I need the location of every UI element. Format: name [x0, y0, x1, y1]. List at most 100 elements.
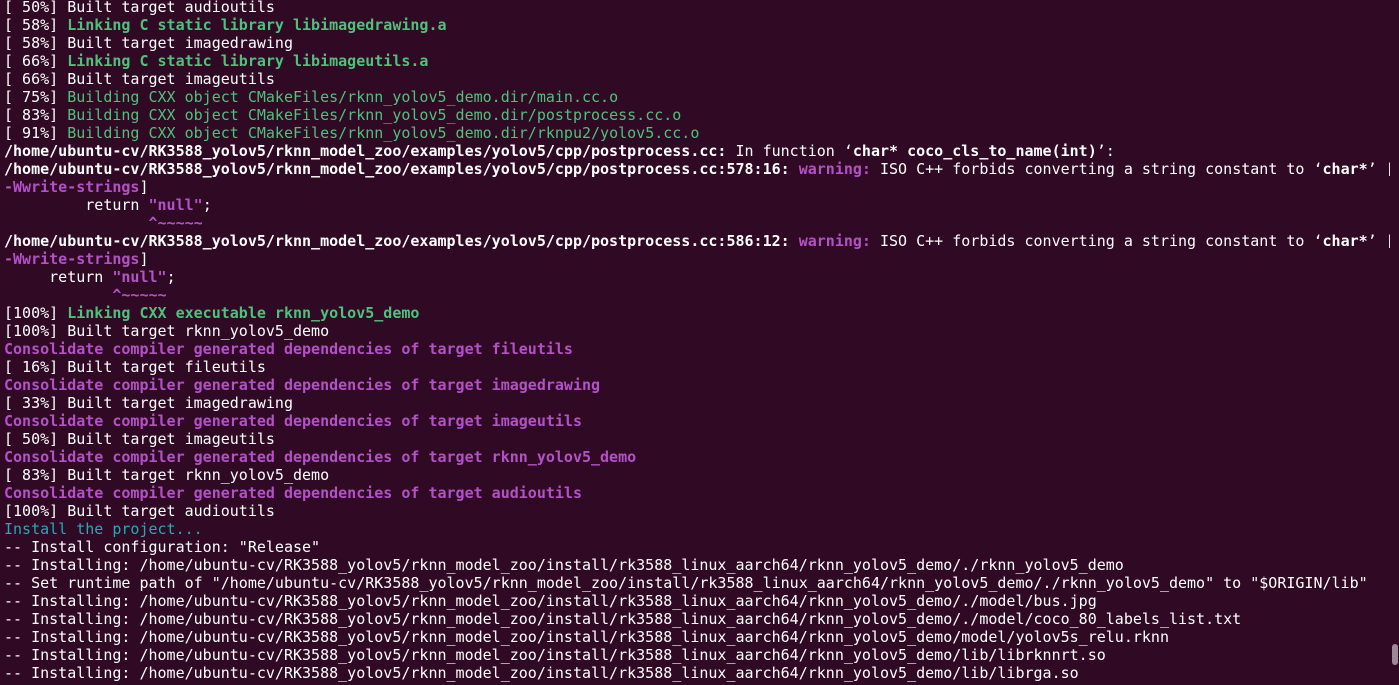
terminal-line: [ 75%] Building CXX object CMakeFiles/rk… — [4, 88, 1390, 106]
terminal-line: [100%] Linking CXX executable rknn_yolov… — [4, 304, 1390, 322]
terminal-line: [ 50%] Built target audioutils — [4, 0, 1390, 16]
terminal-text-segment: return — [4, 268, 113, 286]
terminal-text-segment: [ 58%] — [4, 16, 68, 34]
terminal-text-segment: -- Installing: /home/ubuntu-cv/RK3588_yo… — [4, 664, 1079, 682]
terminal-text-segment: Consolidate compiler generated dependenc… — [4, 376, 601, 394]
terminal-text-segment: -- Installing: /home/ubuntu-cv/RK3588_yo… — [4, 628, 1169, 646]
terminal-line: Consolidate compiler generated dependenc… — [4, 340, 1390, 358]
terminal-text-segment: In function ‘ — [726, 142, 853, 160]
terminal-line: [ 83%] Building CXX object CMakeFiles/rk… — [4, 106, 1390, 124]
terminal-text-segment: return — [4, 196, 149, 214]
terminal-line: [ 66%] Built target imageutils — [4, 70, 1390, 88]
terminal-line: ^~~~~~ — [4, 214, 1390, 232]
terminal-text-segment: [100%] Built target audioutils — [4, 502, 275, 520]
terminal-text-segment: ^~~~~~ — [112, 286, 167, 304]
terminal-text-segment: ’ [ — [1367, 160, 1390, 178]
terminal-text-segment: Consolidate compiler generated dependenc… — [4, 340, 573, 358]
terminal-line: -- Installing: /home/ubuntu-cv/RK3588_yo… — [4, 556, 1390, 574]
terminal-line: [ 66%] Linking C static library libimage… — [4, 52, 1390, 70]
terminal-text-segment: /home/ubuntu-cv/RK3588_yolov5/rknn_model… — [4, 160, 790, 178]
terminal-text-segment: -Wwrite-strings — [4, 250, 140, 268]
terminal-line: [ 50%] Built target imageutils — [4, 430, 1390, 448]
terminal-line: Consolidate compiler generated dependenc… — [4, 412, 1390, 430]
terminal-text-segment: char* — [1322, 232, 1368, 250]
terminal-text-segment: Install the project... — [4, 520, 203, 538]
terminal-line: -- Installing: /home/ubuntu-cv/RK3588_yo… — [4, 592, 1390, 610]
terminal-line: [ 58%] Linking C static library libimage… — [4, 16, 1390, 34]
terminal-text-segment: Linking C static library libimagedrawing… — [67, 16, 447, 34]
terminal-text-segment: [ 50%] Built target audioutils — [4, 0, 275, 16]
terminal-text-segment: Consolidate compiler generated dependenc… — [4, 412, 582, 430]
terminal-line: -- Installing: /home/ubuntu-cv/RK3588_yo… — [4, 664, 1390, 682]
terminal-text-segment: ] — [139, 178, 149, 196]
terminal-text-segment: -- Installing: /home/ubuntu-cv/RK3588_yo… — [4, 592, 1097, 610]
terminal-line: [100%] Built target audioutils — [4, 502, 1390, 520]
terminal-text-segment: Building CXX object CMakeFiles/rknn_yolo… — [67, 88, 619, 106]
terminal-line: [ 16%] Built target fileutils — [4, 358, 1390, 376]
terminal-text-segment: ; — [202, 196, 212, 214]
terminal-text-segment: ’: — [1096, 142, 1115, 160]
terminal-line: [ 91%] Building CXX object CMakeFiles/rk… — [4, 124, 1390, 142]
terminal-text-segment: [100%] — [4, 304, 68, 322]
terminal-text-segment: "null" — [148, 196, 203, 214]
terminal-line: Consolidate compiler generated dependenc… — [4, 484, 1390, 502]
terminal-scrollbar[interactable] — [1391, 0, 1399, 685]
terminal-line: [ 83%] Built target rknn_yolov5_demo — [4, 466, 1390, 484]
terminal-line: return "null"; — [4, 196, 1390, 214]
scrollbar-thumb[interactable] — [1392, 644, 1398, 665]
terminal-text-segment: warning: — [798, 232, 871, 250]
terminal-text-segment: ’ [ — [1367, 232, 1390, 250]
terminal-text-segment: -Wwrite-strings — [4, 178, 140, 196]
terminal-line: -- Install configuration: "Release" — [4, 538, 1390, 556]
terminal-text-segment: [100%] Built target rknn_yolov5_demo — [4, 322, 330, 340]
terminal-text-segment: Building CXX object CMakeFiles/rknn_yolo… — [67, 106, 682, 124]
terminal-text-segment: /home/ubuntu-cv/RK3588_yolov5/rknn_model… — [4, 232, 790, 250]
terminal-text-segment: "null" — [112, 268, 167, 286]
terminal-text-segment: [ 75%] — [4, 88, 68, 106]
terminal-line: Consolidate compiler generated dependenc… — [4, 376, 1390, 394]
terminal-line: [ 58%] Built target imagedrawing — [4, 34, 1390, 52]
terminal-text-segment: -- Installing: /home/ubuntu-cv/RK3588_yo… — [4, 646, 1106, 664]
terminal-line: Consolidate compiler generated dependenc… — [4, 448, 1390, 466]
terminal-line: -Wwrite-strings] — [4, 178, 1390, 196]
terminal-line: -- Installing: /home/ubuntu-cv/RK3588_yo… — [4, 610, 1390, 628]
terminal-text-segment: Consolidate compiler generated dependenc… — [4, 448, 637, 466]
terminal-line: [100%] Built target rknn_yolov5_demo — [4, 322, 1390, 340]
terminal-text-segment: [ 33%] Built target imagedrawing — [4, 394, 293, 412]
terminal-text-segment: Linking CXX executable rknn_yolov5_demo — [67, 304, 420, 322]
terminal-text-segment: [ 83%] Built target rknn_yolov5_demo — [4, 466, 330, 484]
terminal-text-segment: [ 58%] Built target imagedrawing — [4, 34, 293, 52]
terminal-line: return "null"; — [4, 268, 1390, 286]
terminal-text-segment: char* coco_cls_to_name(int) — [852, 142, 1097, 160]
terminal-text-segment: ] — [139, 250, 149, 268]
terminal-text-segment: Building CXX object CMakeFiles/rknn_yolo… — [67, 124, 700, 142]
terminal-line: ^~~~~~ — [4, 286, 1390, 304]
terminal-line: -- Installing: /home/ubuntu-cv/RK3588_yo… — [4, 628, 1390, 646]
terminal-text-segment: ISO C++ forbids converting a string cons… — [870, 232, 1323, 250]
terminal-line: /home/ubuntu-cv/RK3588_yolov5/rknn_model… — [4, 142, 1390, 160]
terminal-text-segment: /home/ubuntu-cv/RK3588_yolov5/rknn_model… — [4, 142, 727, 160]
terminal-line: -Wwrite-strings] — [4, 250, 1390, 268]
terminal-text-segment: -- Set runtime path of "/home/ubuntu-cv/… — [4, 574, 1368, 592]
terminal-text-segment: ^~~~~~ — [148, 214, 203, 232]
terminal-line: -- Set runtime path of "/home/ubuntu-cv/… — [4, 574, 1390, 592]
terminal-output[interactable]: [ 50%] Built target audioutils[ 58%] Lin… — [4, 0, 1390, 685]
terminal-text-segment: -- Install configuration: "Release" — [4, 538, 321, 556]
terminal-line: /home/ubuntu-cv/RK3588_yolov5/rknn_model… — [4, 160, 1390, 178]
terminal-text-segment: Consolidate compiler generated dependenc… — [4, 484, 582, 502]
terminal-text-segment: -- Installing: /home/ubuntu-cv/RK3588_yo… — [4, 610, 1242, 628]
terminal-text-segment: ISO C++ forbids converting a string cons… — [870, 160, 1323, 178]
terminal-text-segment: [ 91%] — [4, 124, 68, 142]
terminal-text-segment: Linking C static library libimageutils.a — [67, 52, 429, 70]
terminal-text-segment: [ 66%] Built target imageutils — [4, 70, 275, 88]
terminal-text-segment: [ 66%] — [4, 52, 68, 70]
terminal-line: /home/ubuntu-cv/RK3588_yolov5/rknn_model… — [4, 232, 1390, 250]
terminal-line: -- Installing: /home/ubuntu-cv/RK3588_yo… — [4, 646, 1390, 664]
terminal-text-segment: -- Installing: /home/ubuntu-cv/RK3588_yo… — [4, 556, 1124, 574]
terminal-text-segment: [ 16%] Built target fileutils — [4, 358, 266, 376]
terminal-text-segment: ; — [166, 268, 176, 286]
